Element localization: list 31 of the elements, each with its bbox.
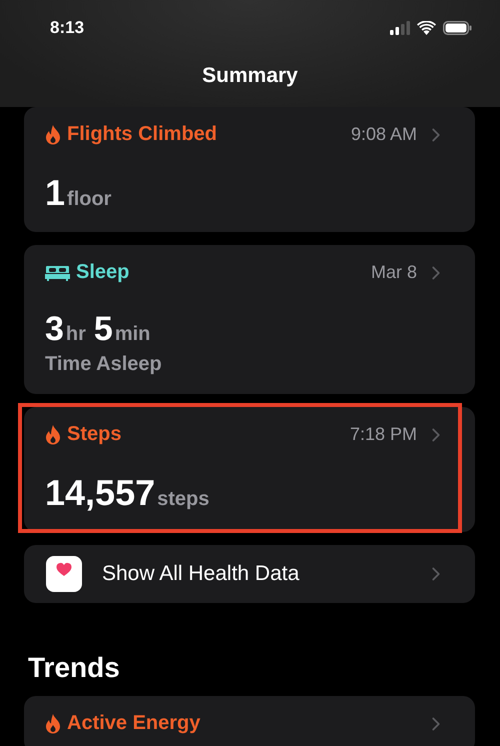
summary-card[interactable]: Sleep Mar 8 3hr 5min Time Asleep — [24, 245, 475, 394]
value-unit: hr — [66, 323, 86, 346]
value-number: 5 — [94, 310, 113, 349]
value-number: 1 — [45, 172, 66, 214]
show-all-button[interactable]: Show All Health Data — [24, 545, 475, 603]
value-unit: steps — [157, 488, 210, 511]
card-title: Flights Climbed — [67, 123, 217, 146]
battery-icon — [443, 21, 472, 35]
value-unit: floor — [67, 188, 112, 211]
card-title: Sleep — [76, 261, 130, 284]
flame-icon — [45, 424, 61, 444]
section-heading: Trends — [28, 652, 121, 684]
flame-icon — [45, 714, 61, 734]
value-number: 3 — [45, 310, 64, 349]
status-time: 8:13 — [50, 18, 84, 38]
trend-card[interactable]: Active Energy — [24, 696, 475, 746]
value-number: 14,557 — [45, 472, 156, 514]
flame-icon — [45, 124, 61, 144]
health-app-icon — [46, 556, 82, 592]
summary-card[interactable]: Flights Climbed 9:08 AM 1floor — [24, 107, 475, 232]
card-time: 9:08 AM — [350, 124, 417, 145]
nav-title: Summary — [202, 64, 298, 88]
card-title: Steps — [67, 423, 122, 446]
card-time: Mar 8 — [370, 262, 417, 283]
bed-icon — [45, 264, 70, 282]
card-subtitle: Time Asleep — [45, 353, 163, 376]
card-title: Active Energy — [67, 712, 200, 735]
wifi-icon — [417, 21, 436, 35]
signal-icon — [390, 21, 410, 35]
card-time: 7:18 PM — [350, 424, 417, 445]
value-unit: min — [114, 323, 150, 346]
